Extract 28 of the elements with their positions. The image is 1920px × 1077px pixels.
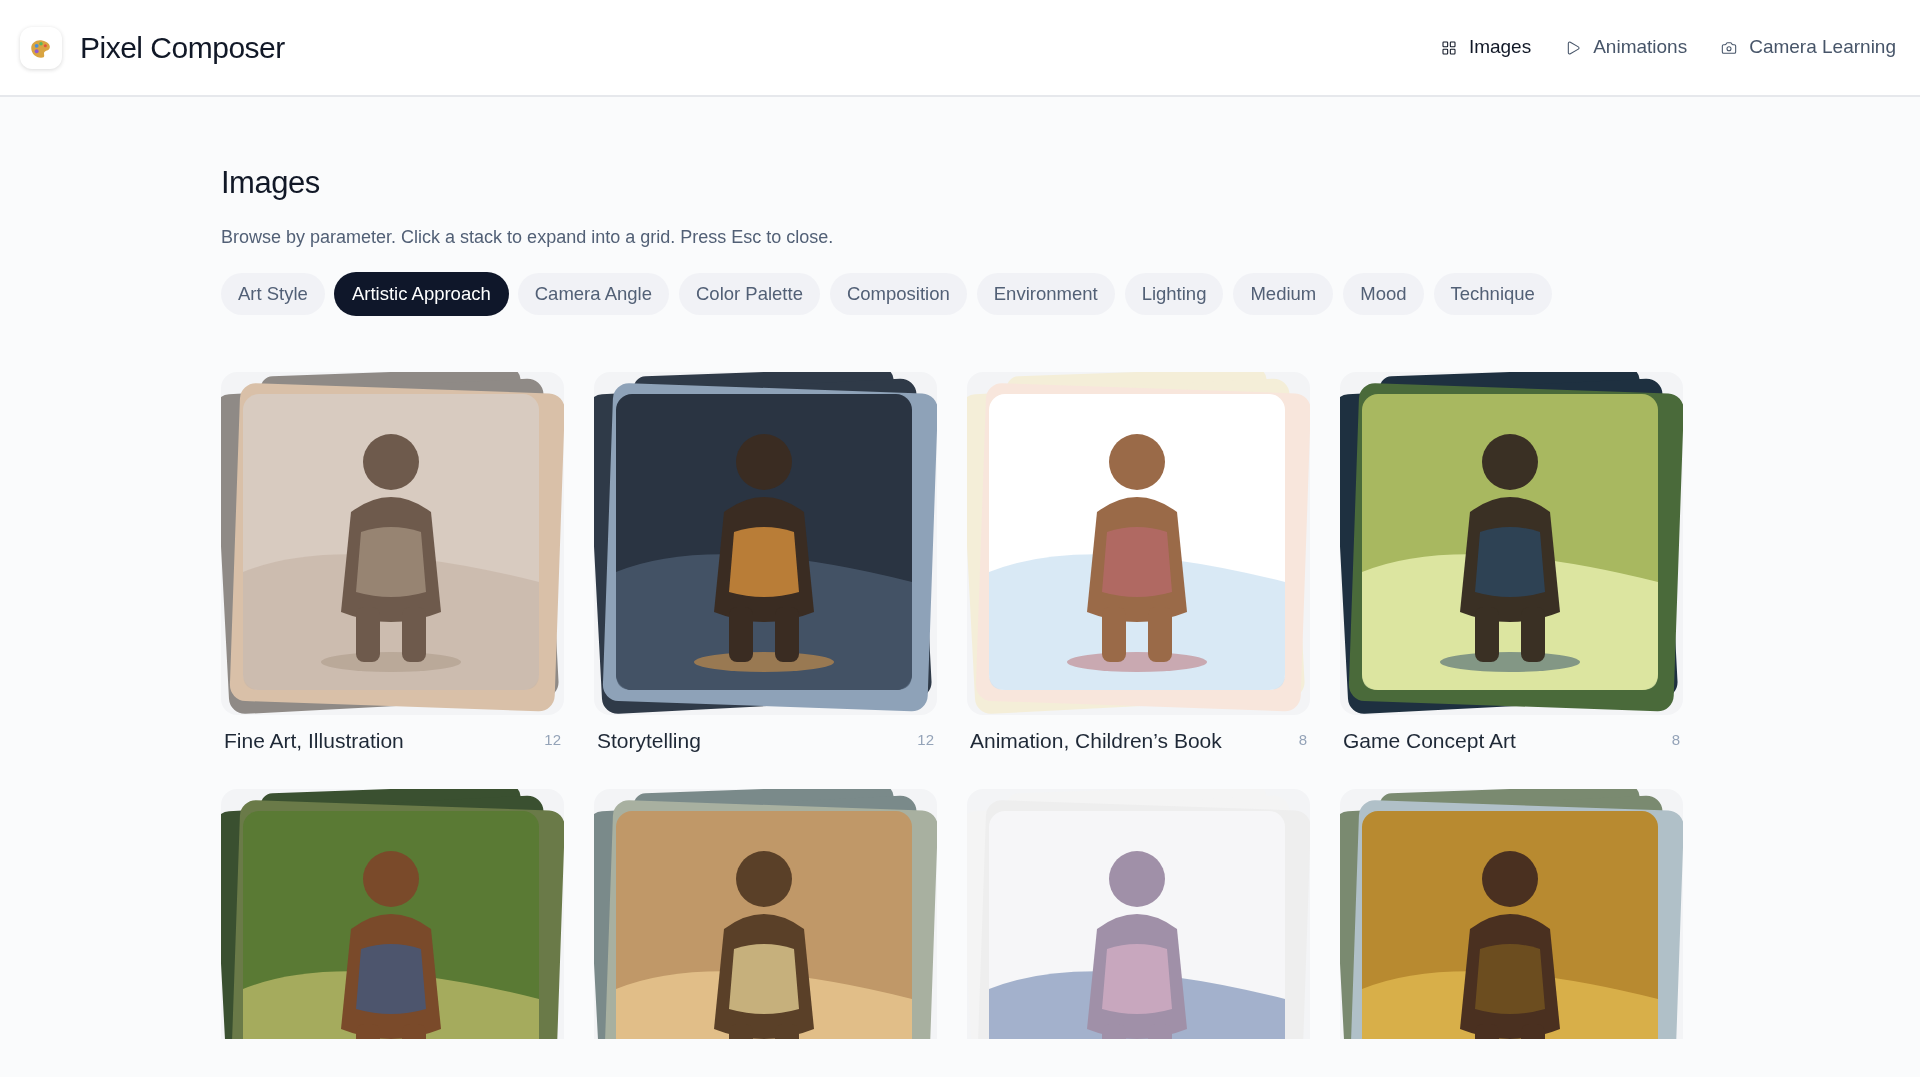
filter-chip[interactable]: Lighting: [1124, 272, 1224, 315]
nav-link[interactable]: Camera Learning: [1721, 33, 1896, 62]
stack-count: 8: [1298, 730, 1307, 751]
nav-link[interactable]: Animations: [1565, 33, 1688, 62]
nav-link[interactable]: Images: [1440, 33, 1532, 62]
stack-count: 8: [1671, 730, 1680, 751]
palette-logo-icon: [20, 26, 62, 69]
filter-chip[interactable]: Art Style: [221, 272, 325, 315]
filter-chip[interactable]: Composition: [829, 272, 967, 315]
filter-chip[interactable]: Camera Angle: [517, 272, 669, 315]
camera-icon: [1721, 39, 1738, 56]
filter-chip[interactable]: Technique: [1433, 272, 1552, 315]
grid-icon: [1440, 39, 1457, 56]
stack-label: Animation, Children’s Book: [970, 727, 1222, 754]
filter-chip[interactable]: Color Palette: [679, 272, 820, 315]
play-icon: [1565, 39, 1582, 56]
stack-label: Game Concept Art: [1343, 727, 1516, 754]
filter-chip[interactable]: Artistic Approach: [334, 272, 508, 315]
filter-chip[interactable]: Medium: [1233, 272, 1334, 315]
filter-chip[interactable]: Mood: [1343, 272, 1424, 315]
app-title: Pixel Composer: [80, 30, 285, 66]
page-title: Images: [221, 164, 321, 202]
filter-chip[interactable]: Environment: [976, 272, 1115, 315]
stack-label: Storytelling: [597, 727, 701, 754]
stack-count: 12: [917, 730, 934, 751]
page-subtitle: Browse by parameter. Click a stack to expand into a grid. Press Esc to close.: [221, 225, 835, 249]
stack-label: Fine Art, Illustration: [224, 727, 404, 754]
stack-count: 12: [544, 730, 561, 751]
